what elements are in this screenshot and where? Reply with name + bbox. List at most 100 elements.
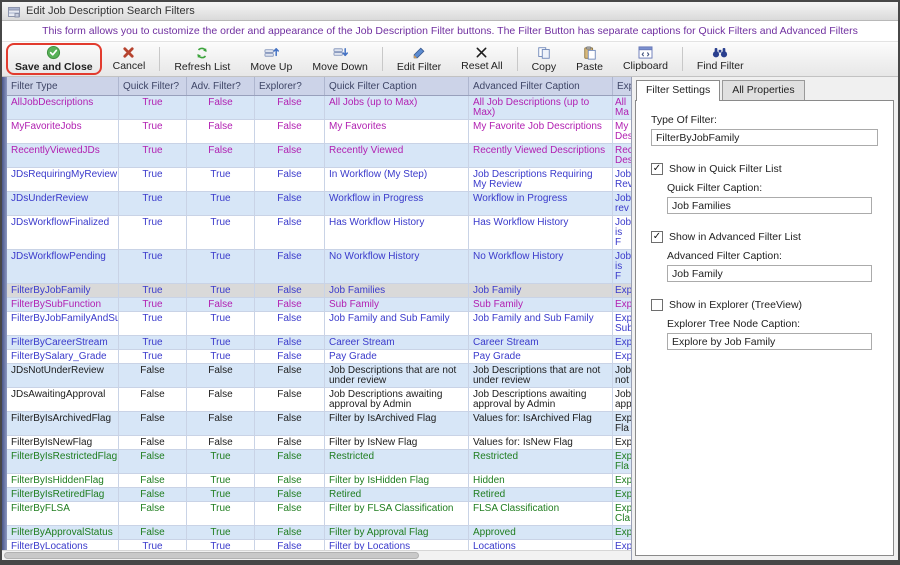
grid-row-filterbysubfunction[interactable]: FilterBySubFunction True False False Sub Fam…: [2, 298, 631, 312]
cell-filter-type: FilterByIsRestrictedFlag: [7, 450, 119, 473]
reset-all-button[interactable]: Reset All: [452, 43, 511, 75]
cell-explorer-caption: Exp: [615, 351, 631, 362]
column-header-explorer[interactable]: Explorer?: [255, 77, 325, 95]
cell-quick-filter-caption: In Workflow (My Step): [325, 168, 469, 191]
cell-advanced-filter-caption: Job Family and Sub Family: [469, 312, 613, 335]
cell-quick-filter-caption: Pay Grade: [325, 350, 469, 363]
cell-quick-filter: True: [119, 216, 187, 249]
grid-row-filterbyjobfamily[interactable]: FilterByJobFamily True True False Job Famili…: [2, 284, 631, 298]
cell-explorer-caption: Exp: [615, 527, 631, 538]
pencil-icon: [412, 46, 426, 60]
grid-row-myfavoritejobs[interactable]: MyFavoriteJobs True False False My Favorites…: [2, 120, 631, 144]
window-title: Edit Job Description Search Filters: [26, 5, 195, 17]
cell-filter-type: FilterByJobFamily: [7, 284, 119, 297]
column-header-adv-filter[interactable]: Adv. Filter?: [187, 77, 255, 95]
clipboard-button[interactable]: Clipboard: [614, 43, 677, 75]
horizontal-scrollbar[interactable]: [2, 550, 631, 560]
horizontal-scrollbar-thumb[interactable]: [4, 552, 420, 559]
grid-row-filterbyisarchivedflag[interactable]: FilterByIsArchivedFlag False False False Fil…: [2, 412, 631, 436]
grid-row-filterbyjobfamilyandsubfunc[interactable]: FilterByJobFamilyAndSubFuncTrueTrueFalse…: [2, 312, 631, 336]
grid-row-filterbyisrestrictedflag[interactable]: FilterByIsRestrictedFlag False True False Re…: [2, 450, 631, 474]
cell-quick-filter: False: [119, 436, 187, 449]
grid-row-jdsnotunderreview[interactable]: JDsNotUnderReview False False False Job Desc…: [2, 364, 631, 388]
cell-quick-filter-caption: Has Workflow History: [325, 216, 469, 249]
grid-row-alljobdescriptions[interactable]: AllJobDescriptions True False False All Jobs…: [2, 96, 631, 120]
find-filter-button[interactable]: Find Filter: [688, 43, 753, 75]
cell-quick-filter-caption: Job Family and Sub Family: [325, 312, 469, 335]
quick-filter-caption-input[interactable]: [667, 197, 872, 214]
tab-filter-settings[interactable]: Filter Settings: [636, 80, 721, 101]
type-of-filter-input[interactable]: [651, 129, 878, 146]
show-in-explorer-checkbox[interactable]: [651, 299, 663, 311]
cell-advanced-filter-caption: Job Descriptions that are not under revi…: [469, 364, 613, 387]
cell-adv-filter: True: [187, 526, 255, 539]
advanced-filter-caption-input[interactable]: [667, 265, 872, 282]
cell-adv-filter: True: [187, 192, 255, 215]
column-header-advanced-filter-caption[interactable]: Advanced Filter Caption: [469, 77, 613, 95]
cell-explorer: False: [255, 336, 325, 349]
cancel-button[interactable]: Cancel: [104, 43, 155, 75]
column-header-quick-filter-caption[interactable]: Quick Filter Caption: [325, 77, 469, 95]
edit-filter-button[interactable]: Edit Filter: [388, 43, 450, 75]
grid-row-jdsawaitingapproval[interactable]: JDsAwaitingApproval False False False Job De…: [2, 388, 631, 412]
tab-all-properties[interactable]: All Properties: [722, 80, 805, 100]
grid-row-filterbyishiddenflag[interactable]: FilterByIsHiddenFlag False True False Filter…: [2, 474, 631, 488]
grid-row-filterbyisnewflag[interactable]: FilterByIsNewFlag False False False Filter b…: [2, 436, 631, 450]
cell-quick-filter-caption: All Jobs (up to Max): [325, 96, 469, 119]
cell-filter-type: AllJobDescriptions: [7, 96, 119, 119]
cell-advanced-filter-caption: Restricted: [469, 450, 613, 473]
toolbar-separator: [159, 47, 161, 71]
cell-quick-filter-caption: No Workflow History: [325, 250, 469, 283]
cell-explorer: False: [255, 350, 325, 363]
save-and-close-button[interactable]: Save and Close: [6, 43, 102, 75]
cell-explorer-caption: Exp Fla: [615, 451, 631, 472]
cell-adv-filter: True: [187, 312, 255, 335]
panel-tabs: Filter Settings All Properties: [635, 80, 894, 101]
cell-filter-type: JDsAwaitingApproval: [7, 388, 119, 411]
cell-quick-filter-caption: Restricted: [325, 450, 469, 473]
copy-icon: [537, 46, 551, 60]
column-header-quick-filter[interactable]: Quick Filter?: [119, 77, 187, 95]
filters-grid: Filter Type Quick Filter? Adv. Filter? Expl…: [2, 77, 632, 560]
cell-adv-filter: True: [187, 502, 255, 525]
cell-quick-filter: True: [119, 144, 187, 167]
copy-button[interactable]: Copy: [523, 43, 566, 75]
grid-row-jdsworkflowpending[interactable]: JDsWorkflowPending True True False No Workfl…: [2, 250, 631, 284]
grid-row-filterbycareerstream[interactable]: FilterByCareerStream True True False Career …: [2, 336, 631, 350]
paste-button[interactable]: Paste: [567, 43, 612, 75]
move-up-button[interactable]: Move Up: [241, 43, 301, 75]
cell-advanced-filter-caption: FLSA Classification: [469, 502, 613, 525]
show-in-quick-filter-checkbox[interactable]: ✓: [651, 163, 663, 175]
show-in-advanced-filter-checkbox[interactable]: ✓: [651, 231, 663, 243]
cell-adv-filter: False: [187, 436, 255, 449]
grid-row-jdsworkflowfinalized[interactable]: JDsWorkflowFinalized True True False Has Wor…: [2, 216, 631, 250]
cell-adv-filter: False: [187, 120, 255, 143]
cell-quick-filter-caption: Filter by Approval Flag: [325, 526, 469, 539]
cell-adv-filter: True: [187, 474, 255, 487]
cell-advanced-filter-caption: Values for: IsNew Flag: [469, 436, 613, 449]
cell-advanced-filter-caption: Values for: IsArchived Flag: [469, 412, 613, 435]
dialog-window: Edit Job Description Search Filters This…: [0, 0, 900, 565]
grid-row-filterbyapprovalstatus[interactable]: FilterByApprovalStatus False True False Filt…: [2, 526, 631, 540]
cell-advanced-filter-caption: Sub Family: [469, 298, 613, 311]
cell-quick-filter: False: [119, 412, 187, 435]
cell-quick-filter: True: [119, 192, 187, 215]
cell-filter-type: FilterByJobFamilyAndSubFunc: [7, 312, 119, 335]
cell-explorer: False: [255, 364, 325, 387]
grid-row-filterbyisretiredflag[interactable]: FilterByIsRetiredFlag False True False Retir…: [2, 488, 631, 502]
grid-row-jdsunderreview[interactable]: JDsUnderReview True True False Workflow in P…: [2, 192, 631, 216]
advanced-filter-caption-label: Advanced Filter Caption:: [667, 250, 782, 262]
grid-row-jdsrequiringmyreview[interactable]: JDsRequiringMyReview True True False In Work…: [2, 168, 631, 192]
toolbar-button-label: Save and Close: [15, 61, 93, 73]
cell-quick-filter-caption: Filter by IsNew Flag: [325, 436, 469, 449]
column-header-expl[interactable]: Expl: [613, 77, 631, 95]
move-down-button[interactable]: Move Down: [303, 43, 376, 75]
grid-row-filterbyflsa[interactable]: FilterByFLSA False True False Filter by FLSA…: [2, 502, 631, 526]
grid-row-filterbysalary-grade[interactable]: FilterBySalary_Grade True True False Pay Gra…: [2, 350, 631, 364]
grid-row-recentlyviewedjds[interactable]: RecentlyViewedJDs True False False Recently …: [2, 144, 631, 168]
cell-filter-type: JDsUnderReview: [7, 192, 119, 215]
column-header-filter-type[interactable]: Filter Type: [7, 77, 119, 95]
refresh-list-button[interactable]: Refresh List: [165, 43, 239, 75]
explorer-tree-node-caption-input[interactable]: [667, 333, 872, 350]
row-indicator-strip: [2, 77, 7, 550]
